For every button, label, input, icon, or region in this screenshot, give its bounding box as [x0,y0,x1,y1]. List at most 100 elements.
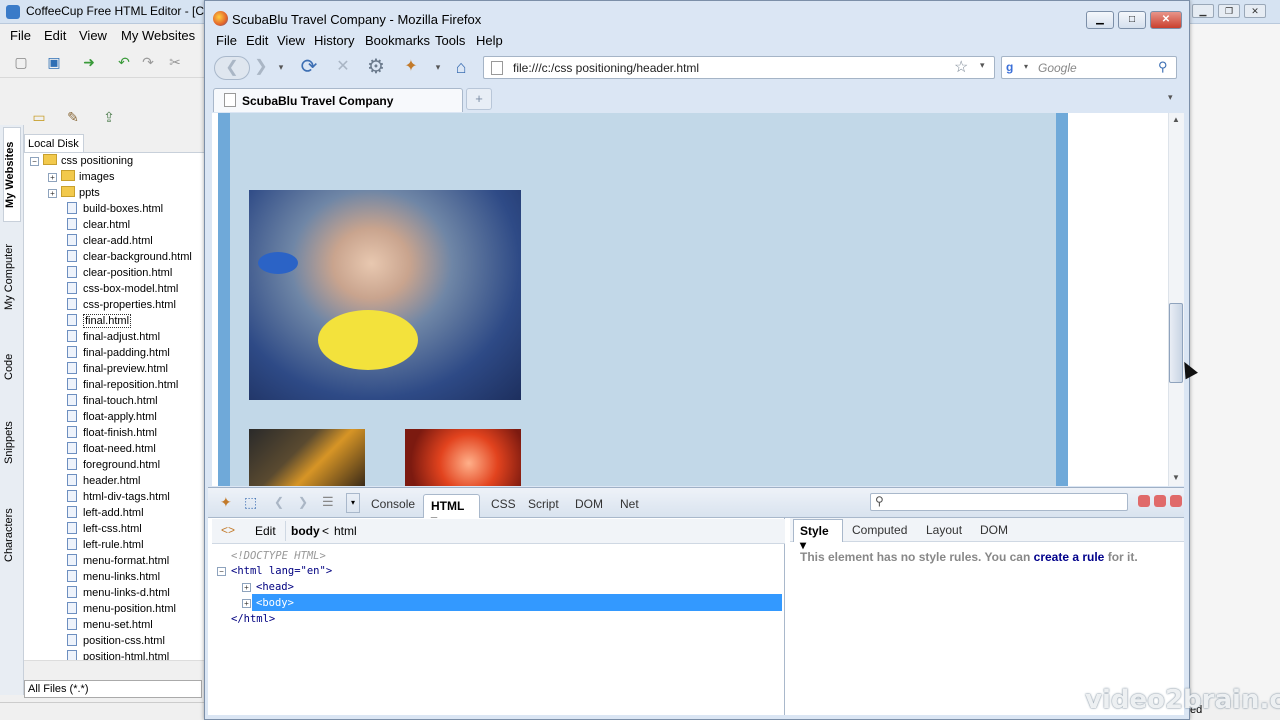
menu-edit[interactable]: Edit [44,28,66,43]
menu-bookmarks[interactable]: Bookmarks [365,33,430,48]
search-bar[interactable]: g ▾ Google ⚲ [1001,56,1177,79]
menu-file[interactable]: File [10,28,31,43]
fb-search-input[interactable]: ⚲ [870,493,1128,511]
new-tab-button[interactable]: + [466,88,492,110]
create-rule-link[interactable]: create a rule [1034,550,1105,564]
side-tab-dom[interactable]: DOM [980,523,1008,537]
tree-file[interactable]: left-css.html [67,521,142,537]
tree-file[interactable]: html-div-tags.html [67,489,170,505]
menu-edit[interactable]: Edit [246,33,268,48]
side-tab-computed[interactable]: Computed [852,523,907,537]
tab-my-computer[interactable]: My Computer [3,237,21,317]
scroll-down-icon[interactable]: ▼ [1172,473,1180,482]
tree-file[interactable]: final-preview.html [67,361,168,377]
tree-file[interactable]: left-rule.html [67,537,144,553]
fb-tab-net[interactable]: Net [620,497,639,511]
redo-icon[interactable]: ↷ [139,53,157,71]
settings-gear-icon[interactable]: ⚙ [365,56,387,78]
tree-file[interactable]: menu-links-d.html [67,585,170,601]
google-icon[interactable]: g [1006,60,1022,75]
firebug-icon[interactable]: ✦ [400,56,422,78]
tree-file[interactable]: final-adjust.html [67,329,160,345]
tab-local-disk[interactable]: Local Disk [24,134,84,152]
menu-my-websites[interactable]: My Websites [121,28,195,43]
upload-icon[interactable]: ⇪ [100,108,118,126]
tab-list-icon[interactable]: ▾ [1168,92,1173,103]
tree-file[interactable]: css-properties.html [67,297,176,313]
tree-file[interactable]: final-touch.html [67,393,158,409]
code-html-open[interactable]: <html lang="en"> [231,565,332,577]
firebug-icon[interactable]: ✦ [220,494,232,511]
menu-view[interactable]: View [277,33,305,48]
close-icon[interactable]: ✕ [1150,11,1182,29]
expand-head-icon[interactable]: + [242,583,251,592]
tree-file[interactable]: clear.html [67,217,130,233]
expand-icon[interactable]: + [48,189,57,198]
side-tab-style[interactable]: Style ▾ [793,519,843,552]
minimize-icon[interactable]: ▁ [1086,11,1114,29]
tab-my-websites[interactable]: My Websites [3,127,21,222]
stop-icon[interactable]: ✕ [332,56,354,78]
tree-file[interactable]: clear-position.html [67,265,172,281]
search-icon[interactable]: ⚲ [1158,59,1168,75]
page-vertical-scrollbar[interactable]: ▲ ▼ [1168,113,1184,486]
firebug-dropdown-icon[interactable]: ▾ [432,56,444,78]
tree-root-folder[interactable]: − css positioning [30,153,133,169]
menu-view[interactable]: View [79,28,107,43]
tree-folder[interactable]: + images [48,169,114,185]
selected-node-row[interactable] [252,594,782,611]
expand-body-icon[interactable]: + [242,599,251,608]
minimize-icon[interactable]: ▁ [1192,4,1214,18]
code-body[interactable]: <body> [256,597,294,609]
fb-tab-dom[interactable]: DOM [575,497,603,511]
tree-file[interactable]: final-padding.html [67,345,170,361]
crumb-body[interactable]: body [291,524,320,538]
fb-tab-html[interactable]: HTML ▾ [423,494,480,527]
html-source-icon[interactable]: <> [221,523,235,537]
fb-menu-dropdown-icon[interactable]: ▾ [346,493,360,513]
reload-icon[interactable]: ⟳ [298,56,320,78]
tab-code[interactable]: Code [3,347,21,387]
tree-file[interactable]: position-html.html [67,649,169,660]
menu-history[interactable]: History [314,33,354,48]
fb-detach-icon[interactable] [1154,495,1166,507]
menu-file[interactable]: File [216,33,237,48]
tree-file[interactable]: clear-add.html [67,233,153,249]
close-icon[interactable]: ✕ [1244,4,1266,18]
tree-file[interactable]: final.html [67,313,132,329]
tab-scubablu[interactable]: ScubaBlu Travel Company [213,88,463,112]
menu-tools[interactable]: Tools [435,33,465,48]
tab-snippets[interactable]: Snippets [3,415,21,470]
open-icon[interactable]: ➜ [80,53,98,71]
home-icon[interactable]: ⌂ [450,56,472,78]
search-input[interactable]: Google [1038,61,1077,75]
file-filter-select[interactable]: All Files (*.*) [24,680,202,698]
fb-tab-console[interactable]: Console [371,497,415,511]
url-dropdown-icon[interactable]: ▾ [980,60,985,71]
tree-file[interactable]: header.html [67,473,140,489]
tree-file[interactable]: float-apply.html [67,409,157,425]
tree-file[interactable]: float-finish.html [67,425,157,441]
maximize-icon[interactable]: □ [1118,11,1146,29]
fb-minimize-icon[interactable] [1138,495,1150,507]
tree-file[interactable]: build-boxes.html [67,201,163,217]
tree-file[interactable]: float-need.html [67,441,156,457]
forward-icon[interactable]: ❯ [248,56,274,78]
inspect-icon[interactable]: ⬚ [244,494,257,511]
menu-help[interactable]: Help [476,33,503,48]
crumb-html[interactable]: html [334,524,357,538]
fb-edit-button[interactable]: Edit [255,524,276,538]
tree-file[interactable]: menu-links.html [67,569,160,585]
cut-icon[interactable]: ✂ [166,53,184,71]
save-icon[interactable]: ▣ [45,53,63,71]
history-dropdown-icon[interactable]: ▾ [274,56,288,78]
tree-file[interactable]: css-box-model.html [67,281,178,297]
restore-icon[interactable]: ❐ [1218,4,1240,18]
tree-horizontal-scrollbar[interactable] [24,660,204,676]
search-engine-dropdown-icon[interactable]: ▾ [1024,62,1028,71]
collapse-icon[interactable]: − [30,157,39,166]
expand-icon[interactable]: + [48,173,57,182]
bookmark-star-icon[interactable]: ☆ [954,57,968,77]
tab-characters[interactable]: Characters [3,505,21,565]
fb-forward-icon[interactable]: ❯ [298,495,308,509]
